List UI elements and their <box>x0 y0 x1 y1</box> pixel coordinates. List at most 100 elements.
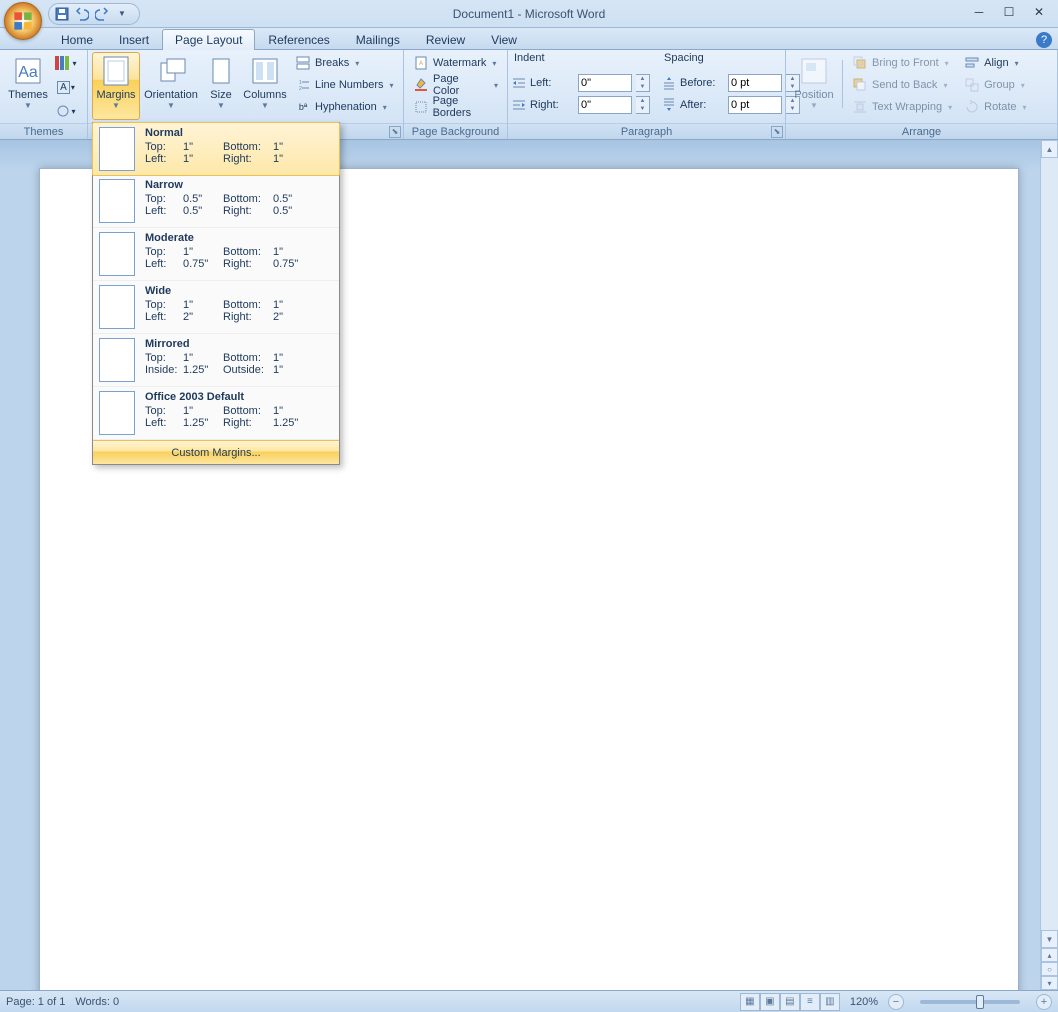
group-label-arrange: Arrange <box>786 123 1057 139</box>
line-numbers-icon: 12 <box>295 77 311 93</box>
office-button[interactable] <box>4 2 42 40</box>
margins-button[interactable]: Margins ▼ <box>92 52 140 120</box>
help-icon[interactable]: ? <box>1036 32 1052 48</box>
minimize-button[interactable]: ─ <box>964 2 994 22</box>
group-icon <box>964 77 980 93</box>
margin-preview-icon <box>99 338 135 382</box>
orientation-button[interactable]: Orientation ▼ <box>142 52 200 120</box>
tab-mailings[interactable]: Mailings <box>343 29 413 50</box>
margin-option-office2003[interactable]: Office 2003 Default Top:1"Bottom:1" Left… <box>93 387 339 440</box>
rotate-button[interactable]: Rotate▾ <box>959 96 1031 118</box>
web-layout-view-button[interactable]: ▤ <box>780 993 800 1011</box>
watermark-button[interactable]: AWatermark▾ <box>408 52 503 74</box>
indent-right-spinner[interactable]: ▲▼ <box>636 96 650 114</box>
hyphenation-icon: bª <box>295 99 311 115</box>
svg-text:2: 2 <box>299 86 302 92</box>
theme-colors-button[interactable]: ▾ <box>54 52 78 74</box>
spacing-after-input[interactable] <box>728 96 782 114</box>
margin-preview-icon <box>99 232 135 276</box>
indent-left-input[interactable] <box>578 74 632 92</box>
spacing-before-input[interactable] <box>728 74 782 92</box>
tab-page-layout[interactable]: Page Layout <box>162 29 255 50</box>
margin-option-moderate[interactable]: Moderate Top:1"Bottom:1" Left:0.75"Right… <box>93 228 339 281</box>
breaks-button[interactable]: Breaks▾ <box>290 52 399 74</box>
undo-icon[interactable] <box>73 5 91 23</box>
paragraph-launcher[interactable]: ⬊ <box>771 126 783 138</box>
orientation-icon <box>155 55 187 87</box>
margins-dropdown: Normal Top:1"Bottom:1" Left:1"Right:1" N… <box>92 122 340 465</box>
page-borders-button[interactable]: Page Borders <box>408 96 503 118</box>
zoom-level[interactable]: 120% <box>850 996 878 1008</box>
next-page-button[interactable]: ▾ <box>1041 976 1058 990</box>
custom-margins-button[interactable]: Custom Margins... <box>93 440 339 464</box>
tab-view[interactable]: View <box>478 29 530 50</box>
position-button[interactable]: Position ▼ <box>790 52 838 120</box>
zoom-in-button[interactable]: + <box>1036 994 1052 1010</box>
zoom-slider[interactable] <box>920 1000 1020 1004</box>
print-layout-view-button[interactable]: ▦ <box>740 993 760 1011</box>
prev-page-button[interactable]: ▴ <box>1041 948 1058 962</box>
scroll-up-button[interactable]: ▲ <box>1041 140 1058 158</box>
zoom-slider-thumb[interactable] <box>976 995 984 1009</box>
margin-option-wide[interactable]: Wide Top:1"Bottom:1" Left:2"Right:2" <box>93 281 339 334</box>
themes-button[interactable]: Aa Themes ▼ <box>4 52 52 120</box>
tab-insert[interactable]: Insert <box>106 29 162 50</box>
bring-to-front-icon <box>852 55 868 71</box>
indent-left-spinner[interactable]: ▲▼ <box>636 74 650 92</box>
outline-view-button[interactable]: ≡ <box>800 993 820 1011</box>
statusbar: Page: 1 of 1 Words: 0 ▦ ▣ ▤ ≡ ▥ 120% − + <box>0 990 1058 1012</box>
group-label-page-background: Page Background <box>404 123 507 139</box>
draft-view-button[interactable]: ▥ <box>820 993 840 1011</box>
hyphenation-button[interactable]: bªHyphenation▾ <box>290 96 399 118</box>
full-screen-view-button[interactable]: ▣ <box>760 993 780 1011</box>
columns-button[interactable]: Columns ▼ <box>242 52 288 120</box>
page-setup-launcher[interactable]: ⬊ <box>389 126 401 138</box>
margin-preview-icon <box>99 391 135 435</box>
margin-option-mirrored[interactable]: Mirrored Top:1"Bottom:1" Inside:1.25"Out… <box>93 334 339 387</box>
ribbon-tabs: Home Insert Page Layout References Maili… <box>0 28 1058 50</box>
status-page[interactable]: Page: 1 of 1 <box>6 996 65 1008</box>
theme-effects-button[interactable]: ▾ <box>54 100 78 122</box>
redo-icon[interactable] <box>93 5 111 23</box>
indent-right-input[interactable] <box>578 96 632 114</box>
margin-option-normal[interactable]: Normal Top:1"Bottom:1" Left:1"Right:1" <box>92 122 340 176</box>
indent-label: Indent <box>512 52 650 72</box>
zoom-out-button[interactable]: − <box>888 994 904 1010</box>
spacing-before-icon <box>662 76 676 90</box>
indent-left-icon <box>512 76 526 90</box>
position-icon <box>798 55 830 87</box>
window-title: Document1 - Microsoft Word <box>0 7 1058 21</box>
vertical-scrollbar[interactable]: ▲ ▼ ▴ ○ ▾ <box>1040 140 1058 990</box>
page-color-button[interactable]: Page Color▾ <box>408 74 503 96</box>
margin-option-narrow[interactable]: Narrow Top:0.5"Bottom:0.5" Left:0.5"Righ… <box>93 175 339 228</box>
group-label-paragraph: Paragraph⬊ <box>508 123 785 139</box>
group-label-themes: Themes <box>0 123 87 139</box>
scroll-down-button[interactable]: ▼ <box>1041 930 1058 948</box>
close-button[interactable]: ✕ <box>1024 2 1054 22</box>
status-words[interactable]: Words: 0 <box>75 996 119 1008</box>
save-icon[interactable] <box>53 5 71 23</box>
browse-object-button[interactable]: ○ <box>1041 962 1058 976</box>
margin-preview-icon <box>99 127 135 171</box>
theme-fonts-button[interactable]: A▾ <box>54 76 78 98</box>
rotate-icon <box>964 99 980 115</box>
tab-review[interactable]: Review <box>413 29 478 50</box>
svg-text:Aa: Aa <box>18 64 38 81</box>
indent-right-icon <box>512 98 526 112</box>
tab-references[interactable]: References <box>255 29 342 50</box>
tab-home[interactable]: Home <box>48 29 106 50</box>
columns-icon <box>249 55 281 87</box>
maximize-button[interactable]: ☐ <box>994 2 1024 22</box>
text-wrapping-button[interactable]: Text Wrapping▾ <box>847 96 957 118</box>
qat-customize-icon[interactable]: ▼ <box>113 5 131 23</box>
margin-preview-icon <box>99 285 135 329</box>
group-button[interactable]: Group▾ <box>959 74 1031 96</box>
align-button[interactable]: Align▾ <box>959 52 1031 74</box>
watermark-icon: A <box>413 55 429 71</box>
page-borders-icon <box>413 99 429 115</box>
line-numbers-button[interactable]: 12Line Numbers▾ <box>290 74 399 96</box>
bring-to-front-button[interactable]: Bring to Front▾ <box>847 52 957 74</box>
size-button[interactable]: Size ▼ <box>202 52 240 120</box>
align-icon <box>964 55 980 71</box>
send-to-back-button[interactable]: Send to Back▾ <box>847 74 957 96</box>
